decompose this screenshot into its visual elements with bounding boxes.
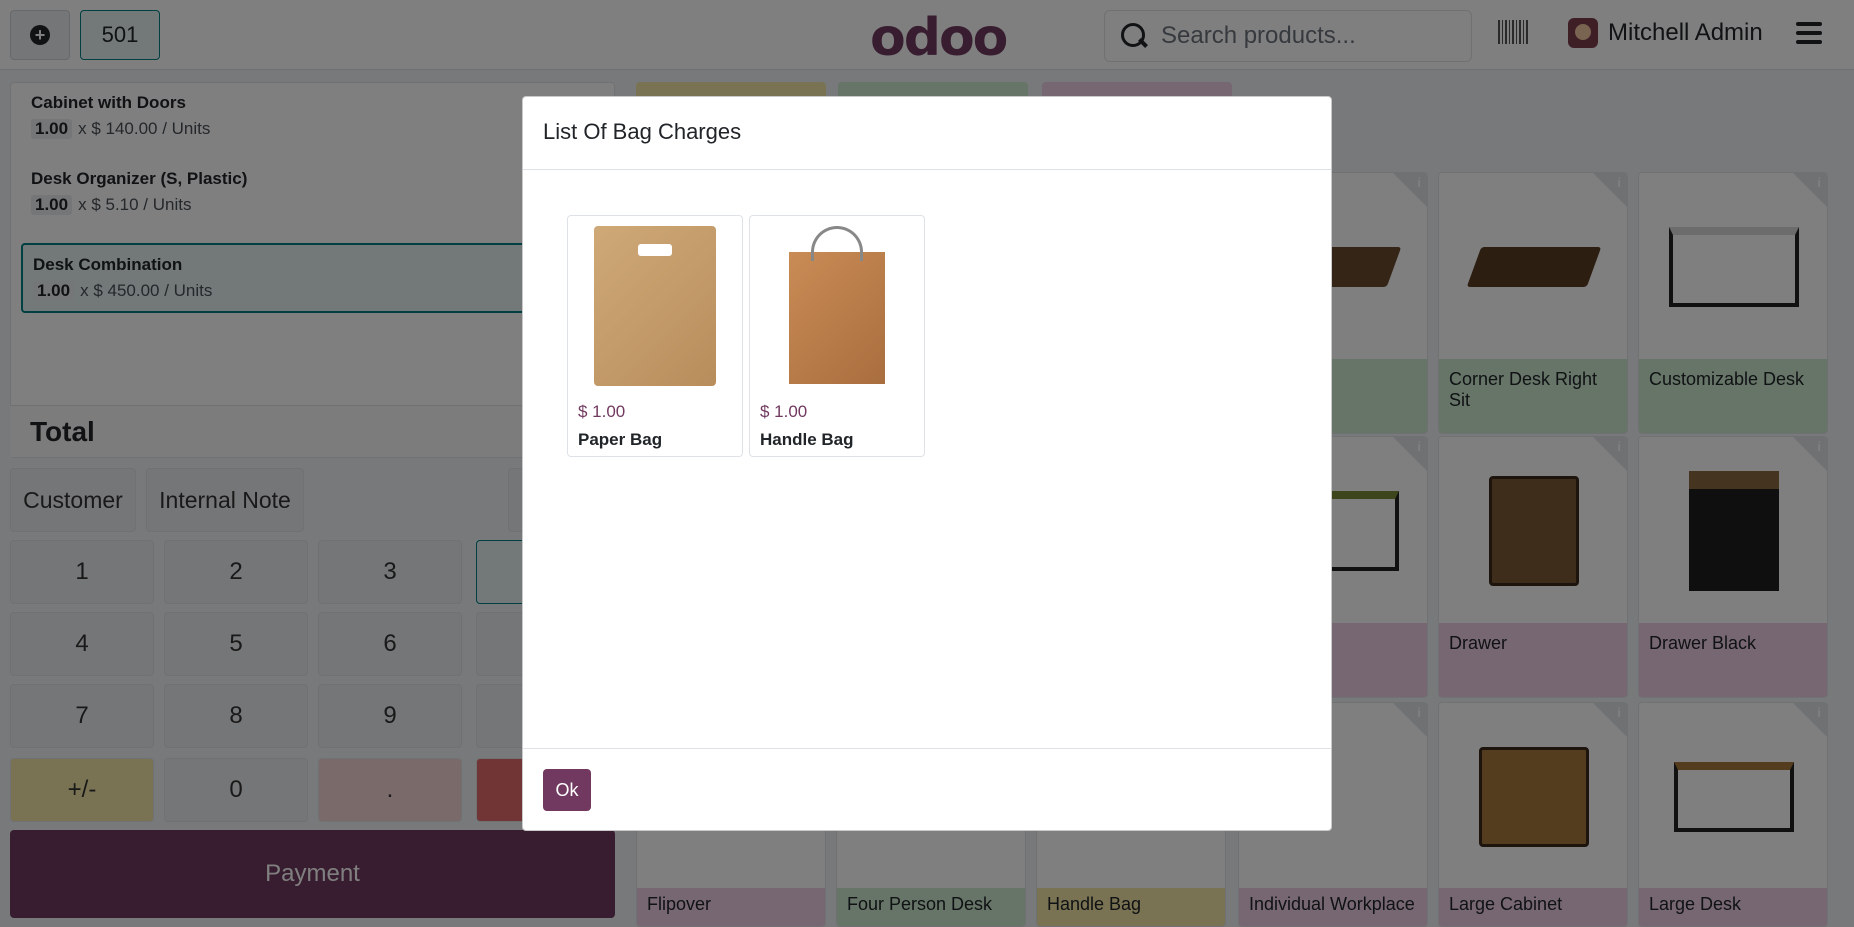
bag-name: Handle Bag bbox=[760, 430, 854, 449]
paper-bag-image bbox=[568, 216, 742, 396]
dialog-footer: Ok bbox=[523, 748, 1331, 830]
bag-price: $ 1.00 bbox=[578, 402, 626, 421]
bag-option-card[interactable]: $ 1.00 Handle Bag bbox=[749, 215, 925, 457]
handle-bag-image bbox=[750, 216, 924, 396]
bag-option-card[interactable]: $ 1.00 Paper Bag bbox=[567, 215, 743, 457]
ok-button[interactable]: Ok bbox=[543, 769, 591, 811]
dialog-title: List Of Bag Charges bbox=[523, 97, 1331, 170]
bag-charges-dialog: List Of Bag Charges $ 1.00 Paper Bag $ 1… bbox=[522, 96, 1332, 831]
bag-price: $ 1.00 bbox=[760, 402, 808, 421]
bag-name: Paper Bag bbox=[578, 430, 663, 449]
